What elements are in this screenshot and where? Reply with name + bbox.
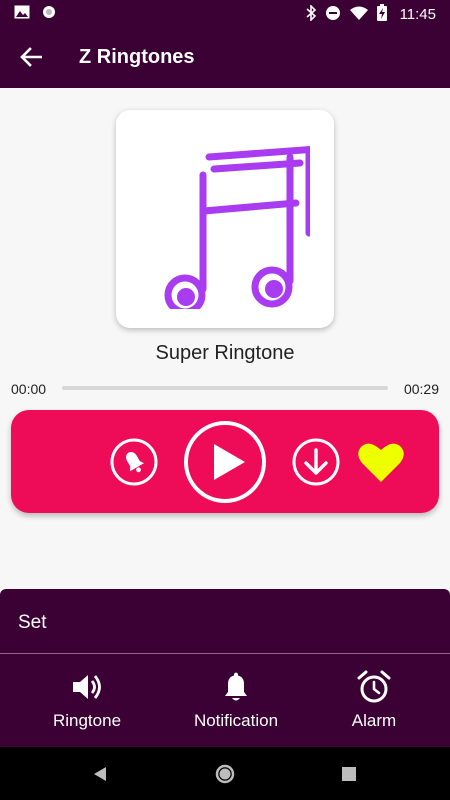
set-as-alarm-button[interactable]: Alarm: [304, 669, 444, 731]
favorite-button[interactable]: [356, 438, 406, 486]
bell-icon: [225, 672, 247, 701]
sync-notification-icon: [42, 5, 56, 24]
triangle-back-icon: [94, 767, 106, 781]
alarm-clock-icon: [357, 670, 391, 703]
notification-label: Notification: [193, 711, 279, 730]
player-controls: [11, 410, 439, 513]
elapsed-time: 00:00: [11, 381, 47, 397]
play-icon: [184, 421, 266, 503]
download-icon: [292, 438, 340, 486]
wifi-icon: [349, 6, 368, 24]
music-note-icon: [164, 145, 310, 309]
set-as-notification-button[interactable]: Notification: [166, 669, 306, 731]
speaker-icon: [73, 675, 101, 699]
album-artwork: [116, 110, 334, 328]
do-not-disturb-icon: [325, 5, 341, 25]
song-title: Super Ringtone: [155, 342, 295, 364]
square-recents-icon: [342, 767, 356, 781]
app-title: Z Ringtones: [79, 46, 195, 68]
gallery-notification-icon: [14, 5, 30, 24]
battery-charging-icon: [376, 4, 387, 25]
download-button[interactable]: [292, 438, 340, 486]
system-nav-bar: [0, 747, 450, 800]
heart-icon: [358, 443, 404, 482]
set-as-ringtone-button[interactable]: Ringtone: [17, 669, 157, 731]
back-button[interactable]: [16, 42, 46, 72]
bluetooth-icon: [306, 3, 316, 25]
circle-home-icon: [215, 764, 235, 784]
app-bar: Z Ringtones: [0, 25, 450, 88]
nav-recents-button[interactable]: [336, 761, 362, 787]
status-time: 11:45: [399, 6, 436, 23]
set-ringtone-button[interactable]: [110, 438, 158, 486]
alarm-label: Alarm: [351, 711, 397, 730]
divider: [0, 653, 450, 654]
total-time: 00:29: [403, 381, 439, 397]
play-button[interactable]: [183, 420, 267, 504]
arrow-back-icon: [20, 47, 42, 67]
seek-bar[interactable]: [62, 386, 388, 390]
ringtone-label: Ringtone: [52, 711, 122, 730]
status-bar: 11:45: [0, 0, 450, 25]
set-panel: Set Ringtone Notification Alarm: [0, 589, 450, 747]
set-label: Set: [18, 612, 47, 633]
nav-home-button[interactable]: [212, 761, 238, 787]
nav-back-button[interactable]: [87, 761, 113, 787]
ringing-bell-icon: [110, 438, 158, 486]
